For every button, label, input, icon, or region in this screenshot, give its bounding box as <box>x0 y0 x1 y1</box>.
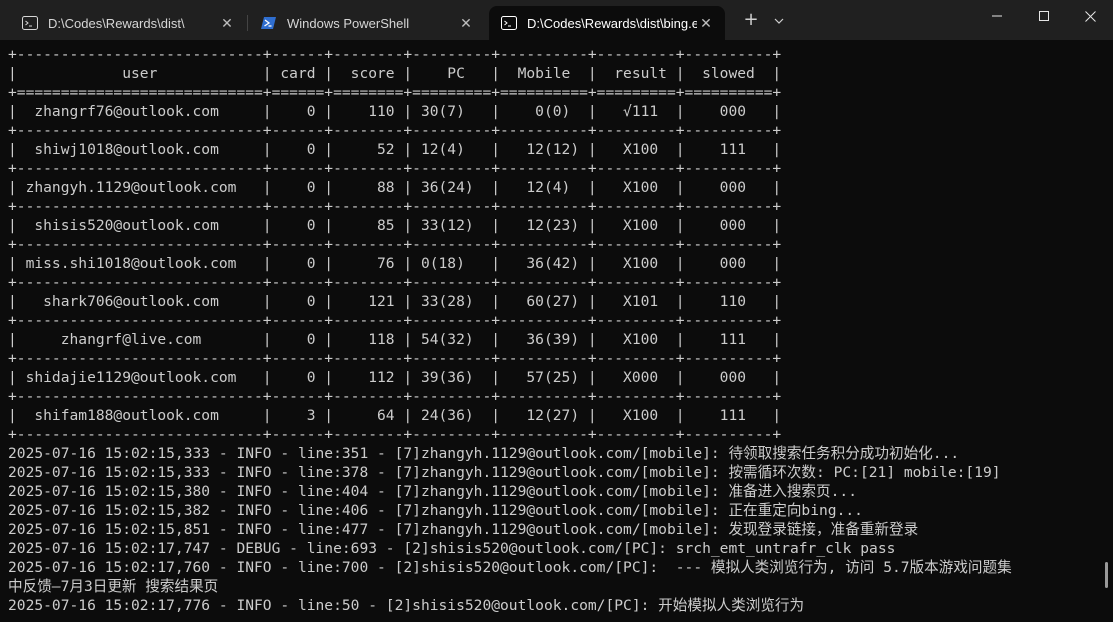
scrollbar-thumb[interactable] <box>1105 562 1108 588</box>
table-top-border: +----------------------------+------+---… <box>8 46 782 63</box>
powershell-icon <box>261 15 277 31</box>
close-tab-icon[interactable]: ✕ <box>218 14 236 32</box>
log-line: 2025-07-16 15:02:15,333 - INFO - line:35… <box>8 445 960 462</box>
log-line: 2025-07-16 15:02:17,760 - INFO - line:70… <box>8 559 1012 576</box>
table-row-border: +----------------------------+------+---… <box>8 312 782 329</box>
chevron-down-icon[interactable] <box>769 10 789 32</box>
table-row-border: +----------------------------+------+---… <box>8 274 782 291</box>
maximize-button[interactable] <box>1021 0 1067 32</box>
tab-label: Windows PowerShell <box>287 15 410 31</box>
log-line: 2025-07-16 15:02:15,333 - INFO - line:37… <box>8 464 1001 481</box>
tab-label: D:\Codes\Rewards\dist\ <box>48 15 185 31</box>
tab-bing-active[interactable]: D:\Codes\Rewards\dist\bing.e ✕ <box>489 6 725 40</box>
table-bottom-border: +----------------------------+------+---… <box>8 426 782 443</box>
close-tab-icon[interactable]: ✕ <box>697 14 715 32</box>
title-bar: D:\Codes\Rewards\dist\ ✕ Windows PowerSh… <box>0 0 1113 40</box>
tab-rewards-1[interactable]: D:\Codes\Rewards\dist\ ✕ <box>10 6 246 40</box>
log-line: 2025-07-16 15:02:15,851 - INFO - line:47… <box>8 521 919 538</box>
new-tab-button[interactable]: + <box>740 10 762 32</box>
tab-separator <box>247 15 248 31</box>
minimize-button[interactable] <box>974 0 1020 32</box>
table-row: | zhangyh.1129@outlook.com | 0 | 88 | 36… <box>8 179 782 196</box>
table-row-border: +----------------------------+------+---… <box>8 350 782 367</box>
log-line: 2025-07-16 15:02:17,776 - INFO - line:50… <box>8 597 805 614</box>
table-row-border: +----------------------------+------+---… <box>8 198 782 215</box>
table-row: | shark706@outlook.com | 0 | 121 | 33(28… <box>8 293 782 310</box>
table-row-border: +----------------------------+------+---… <box>8 388 782 405</box>
close-tab-icon[interactable]: ✕ <box>457 14 475 32</box>
terminal-icon <box>501 15 517 31</box>
table-row: | shisis520@outlook.com | 0 | 85 | 33(12… <box>8 217 782 234</box>
table-row-border: +----------------------------+------+---… <box>8 236 782 253</box>
table-row-border: +----------------------------+------+---… <box>8 122 782 139</box>
tab-label: D:\Codes\Rewards\dist\bing.e <box>527 15 697 31</box>
table-row: | shidajie1129@outlook.com | 0 | 112 | 3… <box>8 369 782 386</box>
table-row: | zhangrf@live.com | 0 | 118 | 54(32) | … <box>8 331 782 348</box>
terminal-icon <box>22 15 38 31</box>
table-row: | shiwj1018@outlook.com | 0 | 52 | 12(4)… <box>8 141 782 158</box>
tab-powershell[interactable]: Windows PowerShell ✕ <box>249 6 485 40</box>
log-line: 2025-07-16 15:02:17,747 - DEBUG - line:6… <box>8 540 896 557</box>
close-window-button[interactable] <box>1067 0 1113 32</box>
terminal-output[interactable]: +----------------------------+------+---… <box>0 40 1113 622</box>
table-row: | zhangrf76@outlook.com | 0 | 110 | 30(7… <box>8 103 782 120</box>
table-row: | shifam188@outlook.com | 3 | 64 | 24(36… <box>8 407 782 424</box>
table-header-row: | user | card | score | PC | Mobile | re… <box>8 65 782 82</box>
log-line: 中反馈—7月3日更新 搜索结果页 <box>8 578 219 595</box>
log-line: 2025-07-16 15:02:15,382 - INFO - line:40… <box>8 502 863 519</box>
log-line: 2025-07-16 15:02:15,380 - INFO - line:40… <box>8 483 857 500</box>
table-header-border: +============================+======+===… <box>8 84 782 101</box>
table-row-border: +----------------------------+------+---… <box>8 160 782 177</box>
table-row: | miss.shi1018@outlook.com | 0 | 76 | 0(… <box>8 255 782 272</box>
